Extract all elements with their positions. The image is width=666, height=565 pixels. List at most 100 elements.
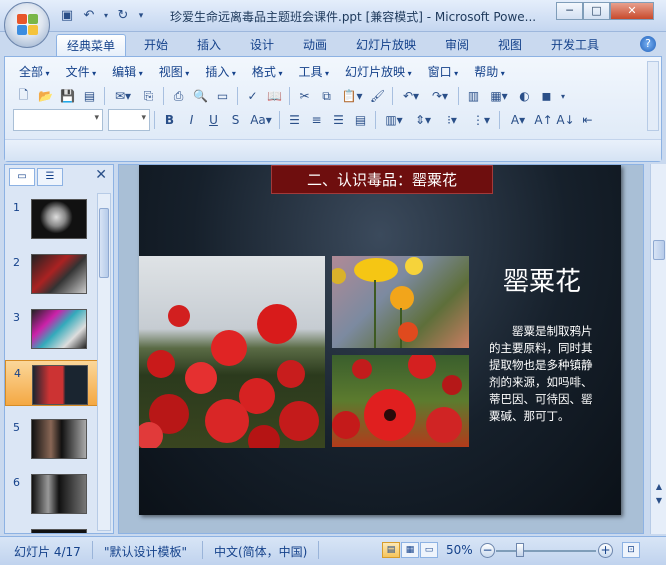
underline-icon[interactable]: U bbox=[203, 110, 224, 130]
maximize-button[interactable]: □ bbox=[583, 2, 610, 20]
close-button[interactable]: ✕ bbox=[610, 2, 654, 20]
slideshow-view-icon[interactable]: ▭ bbox=[420, 542, 438, 558]
slide-title[interactable]: 二、认识毒品：罂粟花 bbox=[271, 165, 493, 194]
fit-to-window-icon[interactable]: ⊡ bbox=[622, 542, 640, 558]
menu-format[interactable]: 格式 bbox=[244, 63, 291, 81]
align-right-icon[interactable]: ☰ bbox=[328, 110, 349, 130]
menu-all[interactable]: 全部 bbox=[11, 63, 58, 81]
help-icon[interactable]: ? bbox=[640, 36, 656, 52]
slide-canvas[interactable]: 二、认识毒品：罂粟花 罂粟花 罂粟是制取鸦片的主要原料，同时其提取物也是多种镇静… bbox=[139, 165, 621, 515]
undo-toolbar-icon[interactable]: ↶▾ bbox=[397, 86, 425, 106]
thumbnail-item[interactable]: 3 bbox=[5, 305, 99, 351]
slide-heading[interactable]: 罂粟花 bbox=[487, 261, 597, 298]
tab-insert[interactable]: 插入 bbox=[187, 34, 231, 56]
thumbnail-item[interactable]: 1 bbox=[5, 195, 99, 241]
picture-icon[interactable]: ◐ bbox=[514, 86, 535, 106]
thumbnail-item[interactable]: 2 bbox=[5, 250, 99, 296]
research-icon[interactable]: 📖 bbox=[264, 86, 285, 106]
spelling-icon[interactable]: ✓ bbox=[242, 86, 263, 106]
slides-tab[interactable]: ▭ bbox=[9, 168, 35, 186]
slide-description[interactable]: 罂粟是制取鸦片的主要原料，同时其提取物也是多种镇静剂的来源，如吗啡、蒂巴因、可待… bbox=[489, 323, 599, 425]
zoom-slider-track[interactable] bbox=[496, 550, 596, 552]
justify-icon[interactable]: ▤ bbox=[350, 110, 371, 130]
decrease-indent-icon[interactable]: ⇤ bbox=[577, 110, 598, 130]
redo-toolbar-icon[interactable]: ↷▾ bbox=[426, 86, 454, 106]
shadow-icon[interactable]: S bbox=[225, 110, 246, 130]
menu-file[interactable]: 文件 bbox=[58, 63, 105, 81]
outline-tab[interactable]: ☰ bbox=[37, 168, 63, 186]
menu-window[interactable]: 窗口 bbox=[420, 63, 467, 81]
undo-dropdown-icon[interactable]: ▾ bbox=[102, 7, 110, 25]
zoom-level[interactable]: 50% bbox=[446, 543, 473, 557]
customize-qat-icon[interactable]: ▾ bbox=[136, 7, 146, 25]
italic-icon[interactable]: I bbox=[181, 110, 202, 130]
align-left-icon[interactable]: ☰ bbox=[284, 110, 305, 130]
menu-help[interactable]: 帮助 bbox=[466, 63, 513, 81]
new-icon[interactable]: 🗋 bbox=[13, 86, 34, 106]
ribbon-scrollbar[interactable] bbox=[647, 61, 659, 131]
font-color-icon[interactable]: A▾ bbox=[504, 110, 532, 130]
text-direction-icon[interactable]: ⇕▾ bbox=[409, 110, 437, 130]
toolbar-options-icon[interactable]: ▾ bbox=[558, 86, 568, 106]
office-button[interactable] bbox=[4, 2, 50, 48]
thumbnail-item[interactable]: 5 bbox=[5, 415, 99, 461]
tab-animation[interactable]: 动画 bbox=[293, 34, 337, 56]
normal-view-icon[interactable]: ▤ bbox=[382, 542, 400, 558]
paste-icon[interactable]: 📋▾ bbox=[338, 86, 366, 106]
cut-icon[interactable]: ✂ bbox=[294, 86, 315, 106]
grayscale-icon[interactable]: ▭ bbox=[212, 86, 233, 106]
next-slide-icon[interactable]: ▼ bbox=[653, 496, 665, 505]
scrollbar-thumb[interactable] bbox=[99, 208, 109, 278]
thumbnail-item-selected[interactable]: 4 bbox=[5, 360, 99, 406]
red-poppy-image[interactable] bbox=[332, 355, 469, 447]
save-icon[interactable]: ▣ bbox=[58, 7, 76, 25]
yellow-poppy-image[interactable] bbox=[332, 256, 469, 348]
decrease-font-icon[interactable]: A↓ bbox=[555, 110, 576, 130]
menu-edit[interactable]: 编辑 bbox=[104, 63, 151, 81]
email-icon[interactable]: ✉▾ bbox=[109, 86, 137, 106]
copy-icon[interactable]: ⧉ bbox=[316, 86, 337, 106]
permission-icon[interactable]: ▤ bbox=[79, 86, 100, 106]
tab-design[interactable]: 设计 bbox=[240, 34, 284, 56]
tab-developer[interactable]: 开发工具 bbox=[541, 34, 609, 56]
menu-view[interactable]: 视图 bbox=[151, 63, 198, 81]
tab-home[interactable]: 开始 bbox=[134, 34, 178, 56]
change-case-icon[interactable]: Aa▾ bbox=[247, 110, 275, 130]
thumbnail-item[interactable]: 6 bbox=[5, 470, 99, 516]
bold-icon[interactable]: B bbox=[159, 110, 180, 130]
tab-slideshow[interactable]: 幻灯片放映 bbox=[346, 34, 426, 56]
save-icon[interactable]: 💾 bbox=[57, 86, 78, 106]
undo-icon[interactable]: ↶ bbox=[80, 7, 98, 25]
table-icon[interactable]: ▦▾ bbox=[485, 86, 513, 106]
menu-slideshow[interactable]: 幻灯片放映 bbox=[337, 63, 420, 81]
font-name-combo[interactable] bbox=[13, 109, 103, 131]
font-size-combo[interactable] bbox=[108, 109, 150, 131]
redo-icon[interactable]: ↻ bbox=[114, 7, 132, 25]
open-icon[interactable]: 📂 bbox=[35, 86, 56, 106]
chart-icon[interactable]: ▥ bbox=[463, 86, 484, 106]
poppy-field-image[interactable] bbox=[139, 256, 325, 448]
tab-view[interactable]: 视图 bbox=[488, 34, 532, 56]
menu-tools[interactable]: 工具 bbox=[290, 63, 337, 81]
print-icon[interactable]: ⎙ bbox=[168, 86, 189, 106]
menu-insert[interactable]: 插入 bbox=[197, 63, 244, 81]
color-grayscale-icon[interactable]: ◼ bbox=[536, 86, 557, 106]
prev-slide-icon[interactable]: ▲ bbox=[653, 482, 665, 491]
tab-review[interactable]: 审阅 bbox=[435, 34, 479, 56]
increase-font-icon[interactable]: A↑ bbox=[533, 110, 554, 130]
thumbnail-scrollbar[interactable] bbox=[97, 193, 111, 531]
numbering-icon[interactable]: ⋮▾ bbox=[467, 110, 495, 130]
publish-icon[interactable]: ⎘ bbox=[138, 86, 159, 106]
slide-sorter-icon[interactable]: ▦ bbox=[401, 542, 419, 558]
zoom-out-icon[interactable]: − bbox=[480, 543, 495, 558]
panel-close-icon[interactable]: ✕ bbox=[95, 167, 107, 183]
zoom-in-icon[interactable]: + bbox=[598, 543, 613, 558]
editor-scrollbar-thumb[interactable] bbox=[653, 240, 665, 260]
align-center-icon[interactable]: ≡ bbox=[306, 110, 327, 130]
thumbnail-item[interactable]: 7 bbox=[5, 525, 99, 533]
editor-scrollbar[interactable]: ▲ ▼ bbox=[650, 164, 666, 534]
language-indicator[interactable]: 中文(简体，中国) bbox=[214, 543, 307, 560]
bullets-icon[interactable]: ⁝▾ bbox=[438, 110, 466, 130]
print-preview-icon[interactable]: 🔍 bbox=[190, 86, 211, 106]
theme-name[interactable]: "默认设计模板" bbox=[104, 543, 187, 560]
